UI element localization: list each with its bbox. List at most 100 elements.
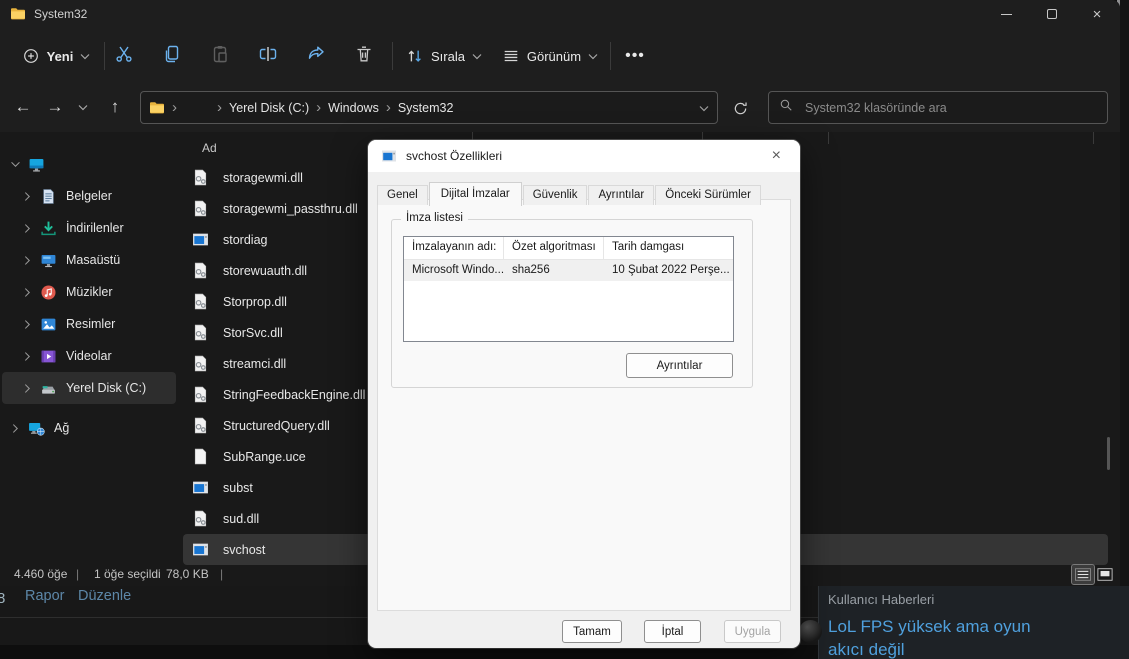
sidebar-item-this-pc[interactable]	[2, 148, 176, 180]
share-button[interactable]	[298, 38, 334, 74]
tab-genel[interactable]: Genel	[377, 185, 428, 205]
navigation-bar: ← → ↑ › › Yerel Disk (C:) › Windows › System3…	[0, 88, 1120, 128]
cut-button[interactable]	[106, 38, 142, 74]
chevron-right-icon[interactable]	[20, 350, 34, 362]
breadcrumb-chevron[interactable]: ›	[316, 99, 321, 116]
recent-locations-button[interactable]	[72, 91, 94, 123]
sidebar-item-label: Videolar	[66, 349, 112, 363]
command-bar: Yeni Sırala Görünüm •••	[0, 30, 1120, 82]
breadcrumb-chevron[interactable]: ›	[217, 99, 222, 116]
sort-button[interactable]: Sırala	[398, 38, 490, 74]
chevron-down-icon[interactable]	[8, 158, 22, 170]
breadcrumb-segment-windows[interactable]: Windows	[328, 101, 379, 115]
toolbar-separator	[104, 42, 105, 70]
table-column-header[interactable]: İmzalayanın adı:	[404, 237, 504, 260]
dialog-title: svchost Özellikleri	[406, 149, 503, 163]
groupbox-label: İmza listesi	[401, 212, 468, 224]
news-link[interactable]: LoL FPS yüksek ama oyun akıcı değil	[828, 615, 1068, 659]
clipboard-icon	[210, 44, 230, 69]
rename-button[interactable]	[250, 38, 286, 74]
column-divider[interactable]	[1093, 132, 1094, 144]
signature-row[interactable]: Microsoft Windo... sha256 10 Şubat 2022 Pe…	[404, 260, 733, 281]
sidebar-item-downloads[interactable]: İndirilenler	[2, 212, 176, 244]
address-bar[interactable]: › › Yerel Disk (C:) › Windows › System32	[140, 91, 718, 124]
table-column-header[interactable]: Özet algoritması	[504, 237, 604, 260]
sidebar-item-music[interactable]: Müzikler	[2, 276, 176, 308]
sidebar-item-local-disk-c[interactable]: Yerel Disk (C:)	[2, 372, 176, 404]
list-lines-icon	[502, 47, 520, 65]
sidebar-item-videos[interactable]: Videolar	[2, 340, 176, 372]
file-name: StorSvc.dll	[223, 325, 283, 340]
delete-button[interactable]	[346, 38, 382, 74]
paste-button[interactable]	[202, 38, 238, 74]
ok-button[interactable]: Tamam	[562, 620, 622, 643]
sidebar-item-desktop[interactable]: Masaüstü	[2, 244, 176, 276]
sidebar-item-label: Müzikler	[66, 285, 113, 299]
cancel-button[interactable]: İptal	[644, 620, 701, 643]
signature-table-body: Microsoft Windo... sha256 10 Şubat 2022 Pe…	[404, 260, 733, 281]
toolbar-separator	[392, 42, 393, 70]
minimize-button[interactable]	[983, 0, 1029, 28]
tab-ayrıntılar[interactable]: Ayrıntılar	[588, 185, 655, 205]
breadcrumb-chevron: ›	[172, 99, 177, 116]
sidebar-item-pictures[interactable]: Resimler	[2, 308, 176, 340]
status-divider: |	[76, 567, 80, 581]
details-view-toggle[interactable]	[1071, 564, 1095, 585]
new-button[interactable]: Yeni	[14, 38, 98, 74]
forward-button[interactable]: →	[40, 91, 70, 123]
more-options-button[interactable]: •••	[616, 38, 654, 74]
chevron-right-icon[interactable]	[20, 254, 34, 266]
chevron-right-icon[interactable]	[8, 422, 22, 434]
maximize-icon	[1047, 9, 1057, 19]
address-dropdown-icon[interactable]	[699, 99, 709, 117]
maximize-button[interactable]	[1029, 0, 1075, 28]
table-column-header[interactable]: Tarih damgası	[604, 237, 733, 260]
details-button[interactable]: Ayrıntılar	[626, 353, 733, 378]
music-icon	[40, 284, 57, 301]
dll-file-icon	[192, 355, 209, 372]
large-icons-view-toggle[interactable]	[1094, 565, 1116, 584]
file-name: SubRange.uce	[223, 449, 306, 464]
refresh-button[interactable]	[726, 94, 754, 122]
view-button[interactable]: Görünüm	[496, 38, 604, 74]
report-link[interactable]: Rapor	[25, 588, 65, 604]
apply-button[interactable]: Uygula	[724, 620, 781, 643]
dialog-close-icon[interactable]: ×	[766, 145, 787, 167]
dll-file-icon	[192, 417, 209, 434]
sort-icon	[406, 47, 424, 65]
edit-link[interactable]: Düzenle	[78, 588, 131, 604]
file-name: storewuauth.dll	[223, 263, 308, 278]
tab-önceki-sürümler[interactable]: Önceki Sürümler	[655, 185, 761, 205]
chevron-right-icon[interactable]	[20, 286, 34, 298]
dll-file-icon	[192, 169, 209, 186]
breadcrumb-segment-yerel-disk-c-[interactable]: Yerel Disk (C:)	[229, 101, 309, 115]
copy-button[interactable]	[154, 38, 190, 74]
up-button[interactable]: ↑	[100, 91, 130, 123]
sidebar-item-documents[interactable]: Belgeler	[2, 180, 176, 212]
breadcrumb-chevron[interactable]: ›	[386, 99, 391, 116]
pictures-icon	[40, 316, 57, 333]
file-name: StringFeedbackEngine.dll	[223, 387, 366, 402]
dll-file-icon	[192, 200, 209, 217]
tab-güvenlik[interactable]: Güvenlik	[522, 185, 588, 205]
sidebar-item-network[interactable]: Ağ	[2, 412, 176, 444]
rename-icon	[258, 44, 278, 69]
back-button[interactable]: ←	[8, 91, 38, 123]
search-input[interactable]: System32 klasöründe ara	[768, 91, 1108, 124]
chevron-right-icon[interactable]	[20, 318, 34, 330]
news-panel: Kullanıcı Haberleri LoL FPS yüksek ama o…	[799, 586, 1129, 659]
chevron-right-icon[interactable]	[20, 222, 34, 234]
breadcrumb-segment-system32[interactable]: System32	[398, 101, 454, 115]
close-button[interactable]: ×	[1074, 0, 1120, 28]
chevron-right-icon[interactable]	[20, 190, 34, 202]
tab-dijital-i-mzalar[interactable]: Dijital İmzalar	[428, 182, 522, 206]
selection-size: 78,0 KB	[166, 567, 209, 581]
dll-file-icon	[192, 510, 209, 527]
column-divider[interactable]	[828, 132, 829, 144]
sidebar-item-label: Masaüstü	[66, 253, 121, 267]
dialog-tabs: Genel Dijital İmzalar Güvenlik Ayrıntılar Ön…	[377, 180, 762, 206]
vertical-scrollbar-thumb[interactable]	[1107, 437, 1110, 470]
share-icon	[306, 44, 326, 69]
chevron-right-icon[interactable]	[20, 382, 34, 394]
app-file-icon	[192, 541, 209, 558]
